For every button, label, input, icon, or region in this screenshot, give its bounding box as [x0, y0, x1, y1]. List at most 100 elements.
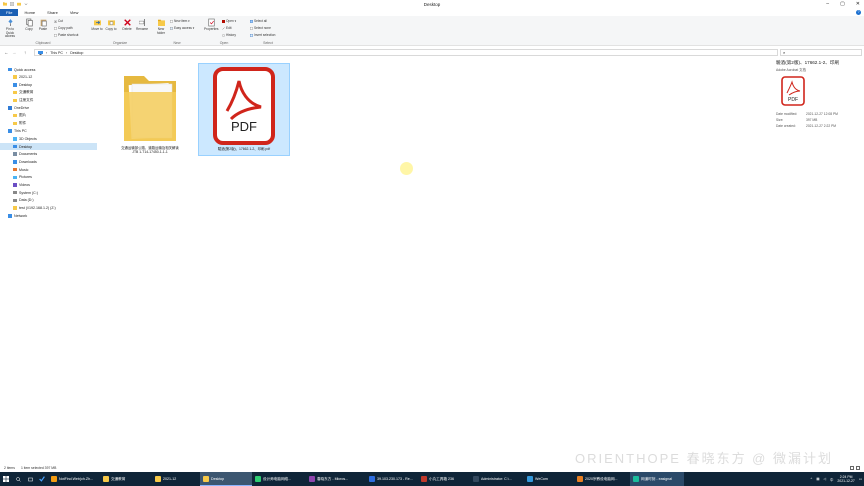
- nav-item[interactable]: 附件: [0, 120, 26, 127]
- select-all-button[interactable]: Select all: [250, 19, 267, 23]
- nav-item[interactable]: 2021-12: [0, 74, 32, 81]
- nav-item[interactable]: 图片: [0, 112, 26, 119]
- edit-button[interactable]: Edit: [222, 26, 232, 30]
- copy-to-label: Copy to: [105, 27, 117, 31]
- task-view-button[interactable]: [24, 472, 36, 486]
- copy-button[interactable]: Copy: [24, 18, 34, 32]
- nav-item[interactable]: Downloads: [0, 158, 37, 165]
- select-none-button[interactable]: Select none: [250, 26, 271, 30]
- tray-chevron-icon[interactable]: ^: [811, 477, 813, 481]
- nav-item[interactable]: test (\\192.168.1.2) (Z:): [0, 205, 56, 212]
- new-item-button[interactable]: New item ▾: [170, 19, 190, 23]
- help-icon[interactable]: ?: [856, 10, 861, 15]
- new-folder-button[interactable]: New folder: [154, 18, 168, 35]
- back-button[interactable]: ←: [4, 50, 9, 55]
- nav-item[interactable]: 交通教育: [0, 89, 33, 96]
- search-icon: ⌕: [783, 50, 786, 55]
- title-bar: Desktop – ▢ ✕: [0, 0, 864, 9]
- check-app-icon: [39, 476, 45, 482]
- minimize-button[interactable]: –: [826, 1, 829, 7]
- taskbar-app-label: 设计师电脑网络...: [263, 476, 292, 481]
- nav-item[interactable]: Videos: [0, 182, 30, 189]
- nav-item[interactable]: OneDrive: [0, 105, 29, 112]
- invert-selection-button[interactable]: Invert selection: [250, 33, 275, 37]
- search-button[interactable]: [12, 472, 24, 486]
- nav-item[interactable]: 注册文件: [0, 97, 33, 104]
- large-icons-view-icon[interactable]: [856, 466, 860, 470]
- edit-icon: [222, 26, 225, 30]
- cut-button[interactable]: Cut: [54, 19, 63, 23]
- taskbar-app[interactable]: 2020宗教设电脑网...: [574, 472, 630, 486]
- tab-share[interactable]: Share: [41, 9, 64, 16]
- paste-button[interactable]: Paste: [38, 18, 48, 32]
- easy-access-button[interactable]: Easy access ▾: [170, 26, 194, 30]
- taskbar-app[interactable]: WeCom: [524, 472, 574, 486]
- window-title: Desktop: [423, 2, 441, 7]
- start-button[interactable]: [0, 472, 12, 486]
- nav-item-label: Network: [14, 213, 28, 218]
- paste-shortcut-label: Paste shortcut: [58, 33, 79, 37]
- breadcrumb-this-pc[interactable]: This PC: [50, 51, 63, 55]
- nav-item[interactable]: Documents: [0, 151, 37, 158]
- copy-path-button[interactable]: Copy path: [54, 26, 73, 30]
- nav-item[interactable]: Music: [0, 166, 28, 173]
- taskbar-app[interactable]: Desktop: [200, 472, 252, 486]
- edit-label: Edit: [226, 26, 232, 30]
- nav-item[interactable]: Data (D:): [0, 197, 34, 204]
- pinned-app-button[interactable]: [36, 472, 48, 486]
- network-icon[interactable]: ▦: [816, 477, 819, 481]
- taskbar-apps: NotFind.Web(ch.Zh... 交通教育 2021-12 Desktop 设计…: [48, 472, 684, 486]
- taskbar-app[interactable]: 小丸工具箱 236: [418, 472, 470, 486]
- address-input[interactable]: › This PC › Desktop: [34, 49, 778, 56]
- search-input[interactable]: ⌕: [780, 49, 862, 56]
- shortcut-icon: [54, 33, 57, 37]
- nav-item-label: Videos: [19, 183, 30, 187]
- taskbar-app[interactable]: 39.103.230.173 - Re...: [366, 472, 418, 486]
- nav-item[interactable]: Network: [0, 212, 27, 219]
- taskbar-app[interactable]: 春晓东方 - Micros...: [306, 472, 366, 486]
- copy-to-button[interactable]: Copy to: [104, 18, 118, 32]
- maximize-button[interactable]: ▢: [840, 1, 845, 7]
- move-to-button[interactable]: Move to: [90, 18, 104, 32]
- tab-file[interactable]: File: [0, 9, 19, 16]
- detail-subtitle: Adobe Acrobat 文档: [776, 68, 806, 72]
- up-button[interactable]: ↑: [24, 50, 26, 55]
- tab-view[interactable]: View: [64, 9, 85, 16]
- pin-quick-access-button[interactable]: Pin to Quick access: [2, 18, 18, 39]
- close-button[interactable]: ✕: [856, 1, 860, 7]
- language-indicator[interactable]: 中: [830, 477, 833, 482]
- taskbar-app[interactable]: 网道时刻 - easignal: [630, 472, 684, 486]
- tab-home[interactable]: Home: [18, 9, 41, 16]
- folder-item[interactable]: 交通运输部公路、道路运输及相关解读 JTB 1-T14-17450-1-1-1: [110, 68, 190, 168]
- taskbar-app[interactable]: Administrator: C:\...: [470, 472, 524, 486]
- nav-item[interactable]: 3D Objects: [0, 135, 37, 142]
- nav-item[interactable]: Desktop: [0, 143, 97, 150]
- windows-icon: [3, 476, 9, 482]
- notification-icon[interactable]: ▭: [859, 477, 862, 481]
- clock[interactable]: 2:24 PM 2021-12-27: [837, 475, 854, 483]
- open-button[interactable]: Open ▾: [222, 19, 236, 23]
- nav-item[interactable]: This PC: [0, 128, 27, 135]
- details-view-icon[interactable]: [850, 466, 854, 470]
- forward-button[interactable]: →: [12, 50, 17, 55]
- taskbar-app[interactable]: NotFind.Web(ch.Zh...: [48, 472, 100, 486]
- volume-icon[interactable]: ◁: [823, 477, 826, 481]
- pdf-file-item[interactable]: PDF 驗酒(第2版)、17662.1-2、印刷.pdf: [198, 63, 290, 156]
- nav-item[interactable]: Quick access: [0, 66, 35, 73]
- rename-button[interactable]: Rename: [135, 18, 149, 32]
- organize-group: Move to Copy to Delete Rename Organize: [88, 16, 152, 46]
- taskbar-app[interactable]: 设计师电脑网络...: [252, 472, 306, 486]
- breadcrumb-desktop[interactable]: Desktop: [70, 51, 83, 55]
- nav-item[interactable]: Pictures: [0, 174, 32, 181]
- nav-item[interactable]: System (C:): [0, 189, 38, 196]
- properties-button[interactable]: Properties: [204, 18, 219, 32]
- delete-button[interactable]: Delete: [120, 18, 134, 32]
- invert-selection-icon: [250, 33, 253, 37]
- new-label: New: [173, 41, 181, 45]
- paste-shortcut-button[interactable]: Paste shortcut: [54, 33, 78, 37]
- taskbar-app[interactable]: 2021-12: [152, 472, 200, 486]
- view-toggles: [850, 466, 860, 470]
- taskbar-app[interactable]: 交通教育: [100, 472, 152, 486]
- nav-item[interactable]: Desktop: [0, 81, 32, 88]
- history-button[interactable]: History: [222, 33, 236, 37]
